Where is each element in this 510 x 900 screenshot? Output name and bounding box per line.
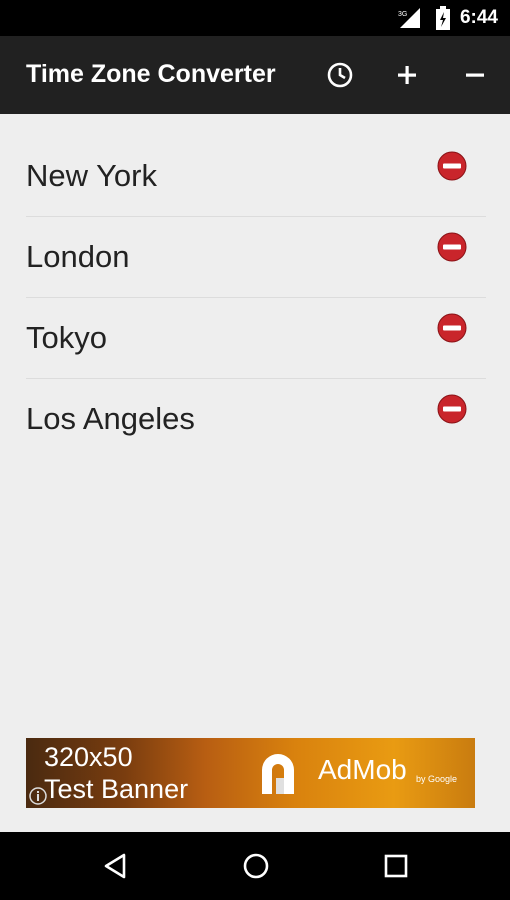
city-name: Tokyo — [26, 320, 107, 355]
city-name: Los Angeles — [26, 401, 195, 436]
remove-city-icon[interactable] — [436, 231, 468, 263]
ad-size-label: 320x50 — [44, 742, 133, 772]
network-type-label: 3G — [398, 11, 407, 18]
admob-logo-icon — [262, 754, 294, 794]
ad-banner[interactable]: 320x50 Test Banner AdMob by Google — [26, 738, 475, 808]
ad-by-label: by Google — [416, 774, 458, 784]
status-bar: 3G 6:44 — [0, 0, 510, 36]
battery-icon — [436, 6, 450, 30]
back-icon[interactable] — [100, 850, 132, 882]
city-row[interactable]: New York — [26, 136, 486, 217]
city-row[interactable]: London — [26, 217, 486, 298]
add-icon[interactable] — [390, 58, 424, 92]
app-title: Time Zone Converter — [26, 60, 276, 88]
remove-icon[interactable] — [458, 58, 492, 92]
status-time: 6:44 — [459, 7, 498, 28]
city-name: New York — [26, 158, 157, 193]
city-row[interactable]: Los Angeles — [26, 379, 486, 459]
signal-icon: 3G — [398, 8, 420, 28]
ad-banner-text: Test Banner — [44, 774, 189, 804]
city-name: London — [26, 239, 130, 274]
recents-icon[interactable] — [380, 850, 412, 882]
home-icon[interactable] — [240, 850, 272, 882]
city-list: New York London Tokyo Los Angeles — [26, 136, 486, 459]
remove-city-icon[interactable] — [436, 393, 468, 425]
ad-brand-label: AdMob — [318, 754, 407, 785]
content-area: New York London Tokyo Los Angeles 320x50… — [0, 114, 510, 832]
remove-city-icon[interactable] — [436, 312, 468, 344]
clock-icon[interactable] — [323, 58, 357, 92]
remove-city-icon[interactable] — [436, 150, 468, 182]
city-row[interactable]: Tokyo — [26, 298, 486, 379]
navigation-bar — [0, 832, 510, 900]
app-bar: Time Zone Converter — [0, 36, 510, 114]
info-icon[interactable] — [28, 786, 48, 806]
